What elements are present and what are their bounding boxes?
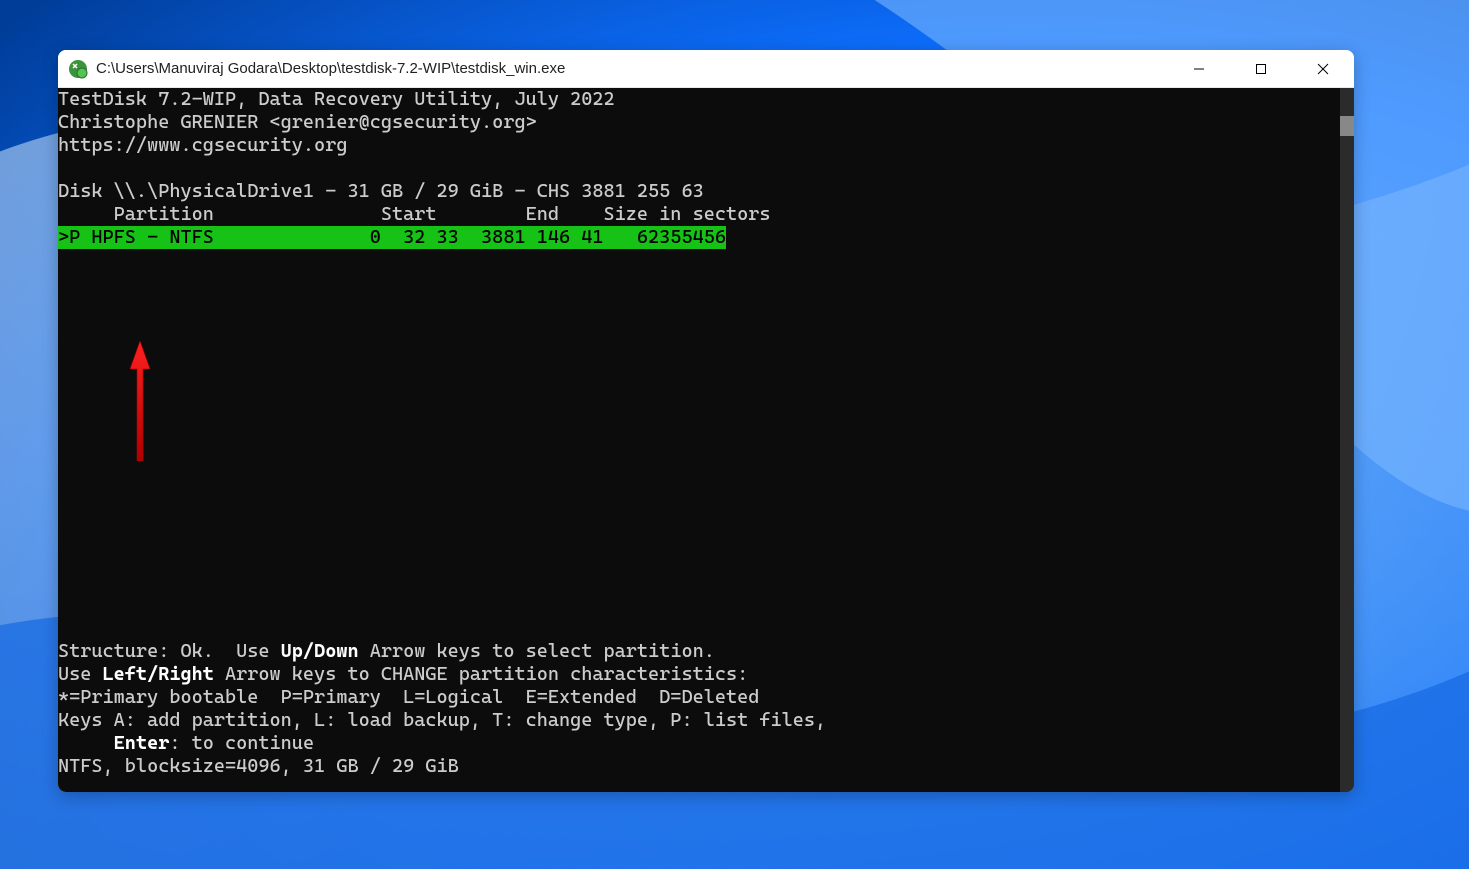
terminal-header-line: Partition Start End Size in sectors xyxy=(58,203,771,225)
terminal-line: TestDisk 7.2-WIP, Data Recovery Utility,… xyxy=(58,88,615,110)
terminal-line: Use Left/Right Arrow keys to CHANGE part… xyxy=(58,663,748,685)
terminal-line: *=Primary bootable P=Primary L=Logical E… xyxy=(58,686,759,708)
app-icon xyxy=(68,59,88,79)
titlebar[interactable]: C:\Users\Manuviraj Godara\Desktop\testdi… xyxy=(58,50,1354,88)
maximize-button[interactable] xyxy=(1230,50,1292,87)
minimize-button[interactable] xyxy=(1168,50,1230,87)
selected-partition-row[interactable]: >P HPFS - NTFS 0 32 33 3881 146 41 62355… xyxy=(58,226,726,249)
terminal-line: Christophe GRENIER <grenier@cgsecurity.o… xyxy=(58,111,537,133)
scrollbar-track[interactable] xyxy=(1340,88,1354,792)
app-window: C:\Users\Manuviraj Godara\Desktop\testdi… xyxy=(58,50,1354,792)
minimize-icon xyxy=(1193,63,1205,75)
terminal-line: NTFS, blocksize=4096, 31 GB / 29 GiB xyxy=(58,755,459,777)
terminal-area[interactable]: TestDisk 7.2-WIP, Data Recovery Utility,… xyxy=(58,88,1354,792)
terminal-line: Enter: to continue xyxy=(58,732,314,754)
window-title: C:\Users\Manuviraj Godara\Desktop\testdi… xyxy=(96,60,1168,77)
terminal-content: TestDisk 7.2-WIP, Data Recovery Utility,… xyxy=(58,88,1354,778)
terminal-line: Structure: Ok. Use Up/Down Arrow keys to… xyxy=(58,640,715,662)
scrollbar-thumb[interactable] xyxy=(1340,116,1354,136)
terminal-line: https://www.cgsecurity.org xyxy=(58,134,347,156)
terminal-line: Keys A: add partition, L: load backup, T… xyxy=(58,709,826,731)
terminal-disk-line: Disk \\.\PhysicalDrive1 - 31 GB / 29 GiB… xyxy=(58,180,704,202)
window-controls xyxy=(1168,50,1354,87)
close-button[interactable] xyxy=(1292,50,1354,87)
close-icon xyxy=(1317,63,1329,75)
maximize-icon xyxy=(1255,63,1267,75)
